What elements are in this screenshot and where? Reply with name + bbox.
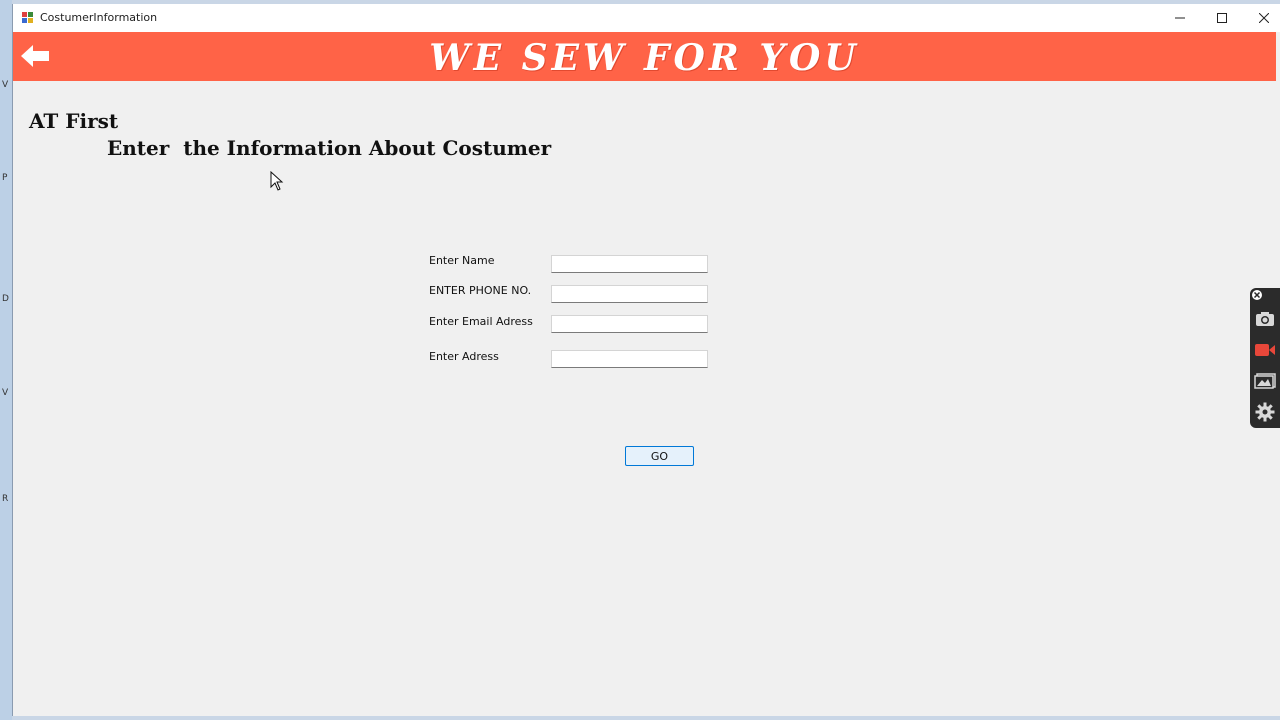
screenshot-button[interactable]	[1253, 307, 1277, 331]
gear-icon	[1255, 402, 1275, 422]
page-subheading: Enter the Information About Costumer	[107, 136, 552, 160]
gallery-button[interactable]	[1253, 369, 1277, 393]
close-icon[interactable]	[1251, 289, 1263, 301]
address-input[interactable]	[551, 350, 708, 368]
desktop-icon-fragment: V	[2, 388, 9, 398]
phone-input[interactable]	[551, 285, 708, 303]
header-banner: WE SEW FOR YOU	[13, 32, 1276, 81]
title-bar[interactable]: CostumerInformation	[13, 4, 1280, 32]
settings-button[interactable]	[1253, 400, 1277, 424]
name-input[interactable]	[551, 255, 708, 273]
name-label: Enter Name	[429, 254, 495, 267]
camera-icon	[1256, 312, 1274, 326]
app-title: WE SEW FOR YOU	[429, 37, 860, 79]
close-button[interactable]	[1243, 4, 1280, 32]
app-icon	[22, 12, 34, 24]
desktop-icon-fragment: P	[2, 173, 8, 183]
maximize-button[interactable]	[1201, 4, 1243, 32]
phone-label: ENTER PHONE NO.	[429, 284, 532, 297]
desktop-icon-fragment: V	[2, 80, 9, 90]
email-label: Enter Email Adress	[429, 315, 533, 328]
capture-toolbar	[1250, 288, 1280, 428]
desktop-background: V P D V R	[0, 0, 12, 720]
mouse-cursor-icon	[270, 171, 284, 191]
minimize-button[interactable]	[1159, 4, 1201, 32]
record-video-button[interactable]	[1253, 338, 1277, 362]
close-icon	[1259, 13, 1269, 23]
gallery-icon	[1254, 373, 1276, 389]
desktop-icon-fragment: R	[2, 494, 9, 504]
desktop-icon-fragment: D	[2, 294, 9, 304]
video-camera-icon	[1255, 344, 1275, 356]
window-title: CostumerInformation	[40, 11, 158, 24]
minimize-icon	[1175, 17, 1185, 19]
app-window: CostumerInformation WE SEW FOR YOU AT Fi…	[12, 4, 1280, 716]
email-input[interactable]	[551, 315, 708, 333]
address-label: Enter Adress	[429, 350, 499, 363]
maximize-icon	[1217, 13, 1227, 23]
go-button[interactable]: GO	[625, 446, 694, 466]
page-heading: AT First	[29, 109, 119, 133]
